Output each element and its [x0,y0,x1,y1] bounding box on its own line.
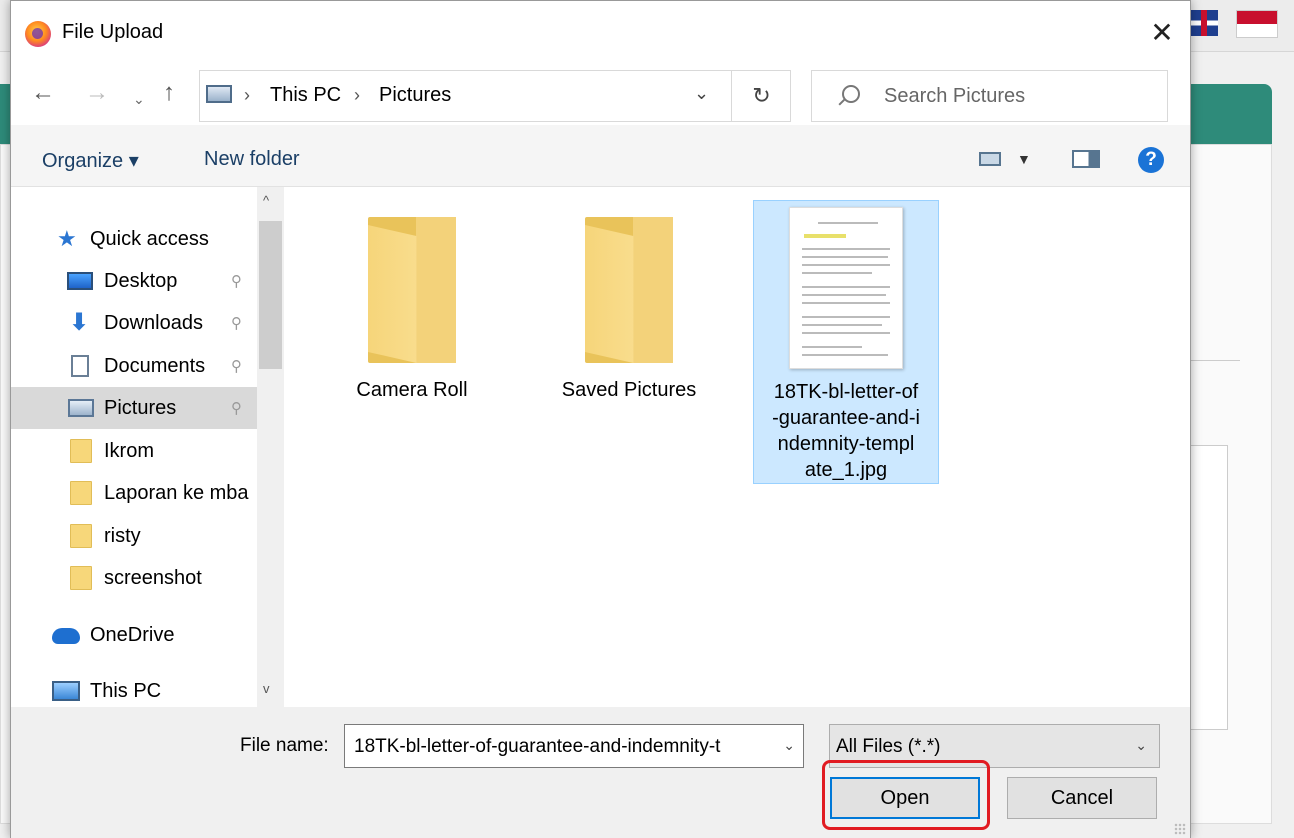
forward-arrow-icon[interactable]: → [85,81,109,105]
file-name-label: Camera Roll [356,379,468,401]
breadcrumb-separator[interactable]: › [354,85,360,106]
file-list: Camera Roll Saved Pictures 18TK-bl-lette… [284,187,1190,707]
sidebar-item-laporan[interactable]: Laporan ke mba [11,472,257,514]
sidebar-item-pictures[interactable]: Pictures ⚲ [11,387,257,429]
firefox-icon [25,21,51,47]
file-type-value: All Files (*.*) [836,736,941,757]
address-dropdown-chevron-icon[interactable]: ⌄ [694,83,709,104]
pictures-icon [68,399,94,417]
scrollbar-thumb[interactable] [259,221,282,369]
folder-tile-saved-pictures[interactable]: Saved Pictures [536,217,722,403]
dialog-title: File Upload [62,21,164,43]
pin-icon[interactable]: ⚲ [231,272,242,290]
cancel-button[interactable]: Cancel [1007,777,1157,819]
file-name-dropdown-chevron-icon[interactable]: ⌄ [783,737,795,754]
file-name-field[interactable]: 18TK-bl-letter-of-guarantee-and-indemnit… [344,724,804,768]
file-name-line: -guarantee-and-i [772,407,920,429]
sidebar-item-label: Quick access [90,227,209,250]
search-icon [842,85,860,103]
resize-grip-icon[interactable] [1174,823,1186,835]
sidebar-item-ikrom[interactable]: Ikrom [11,430,257,472]
file-name-value[interactable]: 18TK-bl-letter-of-guarantee-and-indemnit… [354,736,772,758]
sidebar-item-label: This PC [90,679,162,702]
navigation-pane: ★ Quick access Desktop ⚲ ⬇ Downloads ⚲ D… [11,187,284,707]
file-name-line: ate_1.jpg [804,459,888,481]
sidebar-item-label: risty [104,524,141,547]
folder-icon [585,217,673,363]
uk-flag-icon[interactable] [1190,10,1218,36]
pin-icon[interactable]: ⚲ [231,399,242,417]
download-icon: ⬇ [69,309,90,336]
close-button[interactable]: ✕ [1134,1,1190,63]
folder-icon [70,481,92,505]
navigation-scrollbar[interactable]: ^ v [257,187,284,707]
navigation-bar: ← → ⌄ ↑ › This PC › Pictures ⌄ ↻ Search … [11,63,1190,125]
scroll-down-icon[interactable]: v [263,681,270,696]
breadcrumb-pictures[interactable]: Pictures [379,84,451,107]
preview-pane-icon[interactable] [1072,150,1100,168]
file-type-chevron-icon[interactable]: ⌄ [1135,737,1147,754]
sidebar-item-this-pc[interactable]: This PC [11,670,257,707]
address-bar[interactable]: › This PC › Pictures ⌄ ↻ [199,70,791,122]
sidebar-item-quick-access[interactable]: ★ Quick access [11,218,257,260]
change-view-icon[interactable] [979,152,1001,166]
organize-button[interactable]: Organize ▾ [42,148,139,173]
breadcrumb-this-pc[interactable]: This PC [270,84,341,107]
onedrive-icon [52,628,80,644]
file-name-line: ndemnity-templ [777,433,915,455]
sidebar-item-label: Documents [104,354,206,377]
background-divider [1190,360,1240,361]
sidebar-item-label: Pictures [104,396,177,419]
file-name-field-label: File name: [240,735,329,756]
sidebar-item-label: Desktop [104,269,178,292]
sidebar-item-risty[interactable]: risty [11,515,257,557]
file-name-line: 18TK-bl-letter-of [773,381,919,403]
indonesia-flag-icon[interactable] [1236,10,1278,38]
this-pc-icon [52,681,80,701]
dialog-footer: File name: 18TK-bl-letter-of-guarantee-a… [11,707,1190,838]
file-name-label: 18TK-bl-letter-of -guarantee-and-i ndemn… [754,379,938,483]
command-bar: Organize ▾ New folder ▼ ? [11,125,1190,187]
sidebar-item-desktop[interactable]: Desktop ⚲ [11,260,257,302]
sidebar-item-label: OneDrive [90,623,175,646]
star-icon: ★ [57,226,77,251]
new-folder-button[interactable]: New folder [204,148,300,171]
open-button-highlight [822,760,990,830]
file-name-label: Saved Pictures [561,379,697,401]
help-icon[interactable]: ? [1138,147,1164,173]
folder-icon [70,524,92,548]
pictures-location-icon [206,85,232,103]
recent-locations-chevron-icon[interactable]: ⌄ [133,87,145,111]
background-box [1190,445,1228,730]
sidebar-item-label: screenshot [104,566,202,589]
sidebar-item-onedrive[interactable]: OneDrive [11,614,257,656]
file-tile-selected-image[interactable]: 18TK-bl-letter-of -guarantee-and-i ndemn… [753,200,939,484]
folder-icon [70,566,92,590]
sidebar-item-label: Ikrom [104,439,154,462]
breadcrumb-separator[interactable]: › [244,85,250,106]
image-thumbnail [789,207,903,369]
sidebar-item-label: Downloads [104,311,203,334]
search-input[interactable]: Search Pictures [811,70,1168,122]
search-placeholder: Search Pictures [884,85,1026,107]
folder-tile-camera-roll[interactable]: Camera Roll [319,217,505,403]
sidebar-item-label: Laporan ke mba [104,481,249,504]
sidebar-item-documents[interactable]: Documents ⚲ [11,345,257,387]
up-arrow-icon[interactable]: ↑ [163,81,175,105]
desktop-icon [67,272,93,290]
pin-icon[interactable]: ⚲ [231,357,242,375]
folder-icon [368,217,456,363]
dialog-titlebar: File Upload ✕ [11,1,1190,63]
refresh-icon[interactable]: ↻ [731,71,791,121]
scroll-up-icon[interactable]: ^ [263,193,269,208]
documents-icon [71,355,89,377]
file-upload-dialog: File Upload ✕ ← → ⌄ ↑ › This PC › Pictur… [10,0,1191,838]
sidebar-item-screenshot[interactable]: screenshot [11,557,257,599]
pin-icon[interactable]: ⚲ [231,314,242,332]
view-options-dropdown-icon[interactable]: ▼ [1017,151,1031,167]
folder-icon [70,439,92,463]
back-arrow-icon[interactable]: ← [31,81,55,105]
sidebar-item-downloads[interactable]: ⬇ Downloads ⚲ [11,302,257,344]
